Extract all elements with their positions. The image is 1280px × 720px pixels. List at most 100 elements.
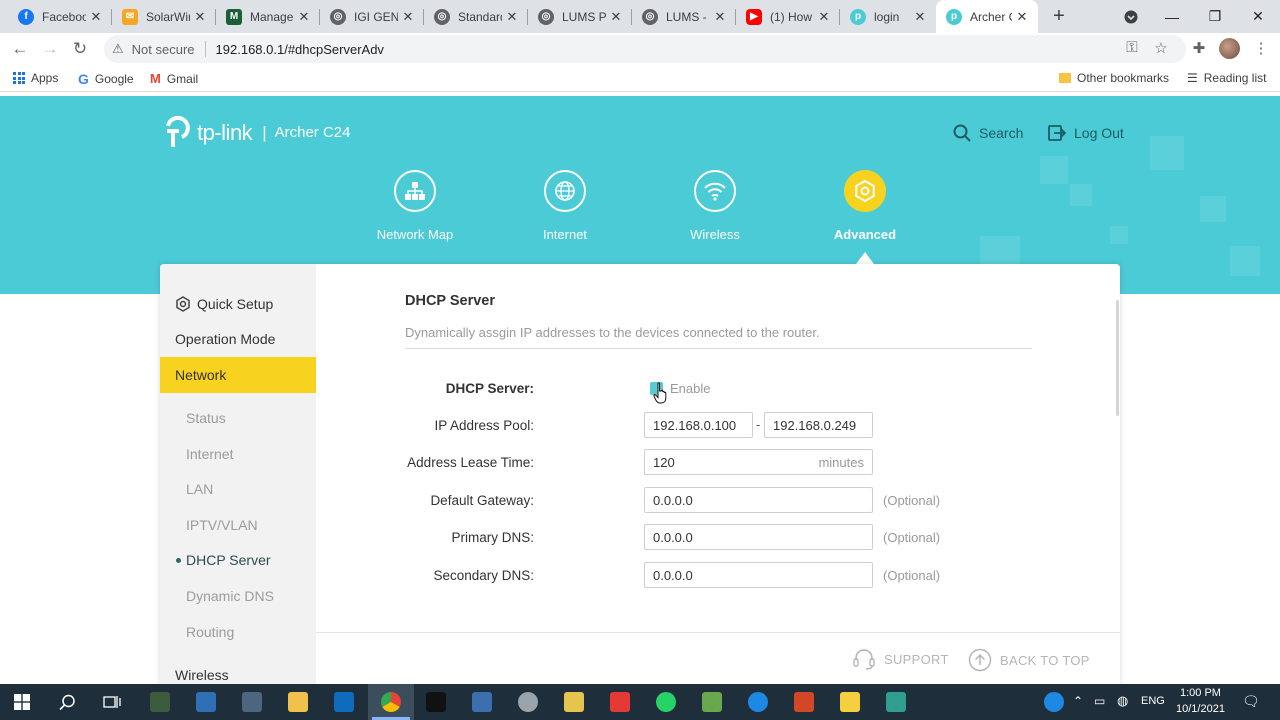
lease-time-input[interactable]: 120 minutes	[644, 449, 873, 475]
close-tab-icon[interactable]: ✕	[710, 9, 730, 25]
forward-icon[interactable]: →	[39, 39, 61, 59]
powerpoint-icon[interactable]	[794, 692, 814, 712]
search-icon[interactable]	[59, 694, 76, 711]
clock-time[interactable]: 1:00 PM	[1180, 687, 1221, 699]
close-window-icon[interactable]: ✕	[1235, 0, 1280, 33]
logout-link[interactable]: Log Out	[1048, 124, 1124, 142]
whatsapp-icon[interactable]	[656, 692, 676, 712]
browser-tab[interactable]: ◎ LUMS - I ✕	[632, 0, 736, 33]
browser-toolbar: ← → ↻ ⚠ Not secure 192.168.0.1/#dhcpServ…	[0, 33, 1280, 65]
sidebar-subitem-lan[interactable]: LAN	[160, 474, 316, 504]
browser-tab[interactable]: ◎ LUMS PI ✕	[528, 0, 632, 33]
decor-pixel	[1110, 226, 1128, 244]
ip-pool-end-input[interactable]: 192.168.0.249	[764, 412, 873, 438]
close-tab-icon[interactable]: ✕	[398, 9, 418, 25]
app-icon[interactable]	[702, 692, 722, 712]
browser-tab[interactable]: ◎ IGI GENERAL ✕	[320, 0, 424, 33]
section-divider	[405, 348, 1032, 349]
back-to-top-link[interactable]: BACK TO TOP	[968, 648, 1090, 672]
app-icon[interactable]	[196, 692, 216, 712]
nav-wireless[interactable]: Wireless	[655, 170, 775, 242]
task-view-icon[interactable]	[103, 694, 121, 710]
close-tab-icon[interactable]: ✕	[502, 9, 522, 25]
extensions-icon[interactable]: ✚	[1189, 39, 1209, 57]
sidebar-subitem-iptv-vlan[interactable]: IPTV/VLAN	[160, 510, 316, 540]
app-icon[interactable]	[242, 692, 262, 712]
default-gateway-input[interactable]: 0.0.0.0	[644, 487, 873, 513]
close-tab-icon[interactable]: ✕	[294, 9, 314, 25]
close-tab-icon[interactable]: ✕	[814, 9, 834, 25]
support-link[interactable]: SUPPORT	[852, 648, 949, 670]
browser-tab[interactable]: f Facebook ✕	[8, 0, 112, 33]
nav-advanced[interactable]: Advanced	[805, 170, 925, 242]
sidebar-subitem-dhcp-server[interactable]: DHCP Server	[160, 545, 316, 575]
browser-tab[interactable]: ◎ Standard ✕	[424, 0, 528, 33]
reload-icon[interactable]: ↻	[69, 39, 91, 59]
network-app-icon[interactable]	[472, 692, 492, 712]
search-link[interactable]: Search	[953, 124, 1023, 142]
anydesk-icon[interactable]	[610, 692, 630, 712]
tab-search-icon[interactable]	[1108, 0, 1154, 33]
optional-hint: (Optional)	[883, 493, 941, 508]
chrome-icon[interactable]	[381, 692, 401, 712]
notifications-icon[interactable]: 🗨	[1242, 693, 1260, 710]
media-player-icon[interactable]	[426, 692, 446, 712]
browser-tab[interactable]: p login ✕	[840, 0, 936, 33]
sticky-notes-icon[interactable]	[840, 692, 860, 712]
youtube-icon: ▶	[746, 8, 762, 25]
sidebar-item-operation-mode[interactable]: Operation Mode	[160, 321, 316, 357]
support-label: SUPPORT	[884, 651, 949, 667]
windows-start-icon[interactable]	[14, 694, 30, 710]
help-icon[interactable]	[1044, 692, 1064, 712]
sidebar-item-quick-setup[interactable]: Quick Setup	[160, 286, 316, 322]
browser-tab[interactable]: ✉ SolarWinds ✕	[112, 0, 216, 33]
bookmark-other[interactable]: Other bookmarks	[1059, 71, 1169, 85]
star-icon[interactable]: ☆	[1151, 39, 1171, 57]
close-tab-icon[interactable]: ✕	[910, 9, 930, 25]
browser-tab[interactable]: M Manage ✕	[216, 0, 320, 33]
close-tab-icon[interactable]: ✕	[86, 9, 106, 25]
new-tab-icon[interactable]: +	[1048, 5, 1070, 28]
back-icon[interactable]: ←	[9, 39, 31, 59]
close-tab-icon[interactable]: ✕	[1012, 9, 1032, 25]
close-tab-icon[interactable]: ✕	[606, 9, 626, 25]
restore-icon[interactable]: ❐	[1192, 0, 1238, 33]
language-indicator[interactable]: ENG	[1141, 695, 1165, 707]
page-scrollbar[interactable]	[1116, 300, 1119, 416]
sidebar-subitem-routing[interactable]: Routing	[160, 617, 316, 647]
key-icon[interactable]: ⚿	[1122, 39, 1142, 56]
close-tab-icon[interactable]: ✕	[190, 9, 210, 25]
sidebar-subitem-internet[interactable]: Internet	[160, 439, 316, 469]
bookmark-gmail[interactable]: M Gmail	[150, 71, 198, 86]
primary-dns-input[interactable]: 0.0.0.0	[644, 524, 873, 550]
ip-pool-start-input[interactable]: 192.168.0.100	[644, 412, 753, 438]
file-explorer-icon[interactable]	[288, 692, 308, 712]
battery-icon[interactable]: ▭	[1094, 694, 1105, 708]
sidebar-subitem-status[interactable]: Status	[160, 403, 316, 433]
tray-overflow-icon[interactable]: ⌃	[1073, 694, 1083, 708]
sidebar-item-network[interactable]: Network	[160, 357, 316, 393]
bookmark-google[interactable]: G Google	[78, 71, 134, 87]
app-icon[interactable]	[564, 692, 584, 712]
teamviewer-icon[interactable]	[748, 692, 768, 712]
minimize-icon[interactable]: —	[1149, 0, 1195, 33]
outlook-icon[interactable]	[334, 692, 354, 712]
menu-icon[interactable]: ⋮	[1251, 39, 1271, 57]
nav-internet[interactable]: Internet	[505, 170, 625, 242]
bookmark-reading-list[interactable]: ☰ Reading list	[1187, 71, 1266, 85]
nav-network-map[interactable]: Network Map	[355, 170, 475, 242]
app-icon[interactable]	[150, 692, 170, 712]
browser-tab[interactable]: ▶ (1) How ✕	[736, 0, 840, 33]
clock-date[interactable]: 10/1/2021	[1176, 703, 1225, 715]
address-bar[interactable]: ⚠ Not secure 192.168.0.1/#dhcpServerAdv	[104, 35, 1186, 63]
logo-divider: |	[262, 122, 267, 142]
sidebar-item-wireless[interactable]: Wireless	[160, 657, 316, 684]
bookmark-apps[interactable]: Apps	[13, 71, 58, 85]
profile-avatar[interactable]	[1219, 38, 1240, 59]
network-tray-icon[interactable]: ◍	[1117, 693, 1128, 709]
secondary-dns-input[interactable]: 0.0.0.0	[644, 562, 873, 588]
app-icon[interactable]	[886, 692, 906, 712]
sidebar-subitem-dynamic-dns[interactable]: Dynamic DNS	[160, 581, 316, 611]
browser-tab-active[interactable]: p Archer C ✕	[936, 0, 1038, 33]
app-icon[interactable]	[518, 692, 538, 712]
